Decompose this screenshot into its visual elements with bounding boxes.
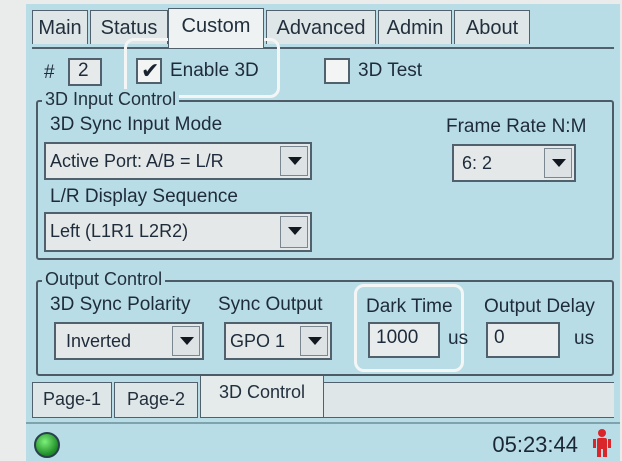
polarity-value: Inverted	[66, 331, 132, 351]
lr-sequence-select[interactable]: Left (L1R1 L2R2)	[44, 212, 312, 252]
chevron-down-icon	[180, 337, 194, 345]
sync-mode-dropdown-button[interactable]	[280, 146, 308, 176]
tab-about-label: About	[465, 17, 519, 39]
output-control-title: Output Control	[42, 269, 166, 290]
chevron-down-icon	[288, 157, 302, 165]
tab-page-1[interactable]: Page-1	[32, 382, 112, 418]
lr-sequence-label: L/R Display Sequence	[50, 186, 238, 207]
tab-3d-control-label: 3D Control	[218, 382, 306, 402]
frame-rate-dropdown-button[interactable]	[544, 148, 572, 178]
3d-test-checkbox[interactable]	[324, 58, 350, 84]
frame-rate-select[interactable]: 6: 2	[452, 144, 576, 182]
input-control-title: 3D Input Control	[42, 89, 180, 110]
chevron-down-icon	[308, 337, 322, 345]
frame-rate-value: 6: 2	[462, 153, 493, 173]
enable-3d-checkbox[interactable]: ✔	[136, 58, 162, 84]
dark-time-unit: us	[448, 328, 469, 349]
number-label: #	[44, 62, 55, 83]
page-tab-filler	[324, 382, 614, 418]
chevron-down-icon	[288, 227, 302, 235]
output-delay-input[interactable]: 0	[486, 322, 560, 358]
output-delay-label: Output Delay	[484, 296, 595, 317]
tab-advanced[interactable]: Advanced	[266, 10, 376, 44]
lr-sequence-dropdown-button[interactable]	[280, 216, 308, 248]
lr-sequence-value: Left (L1R1 L2R2)	[50, 221, 189, 241]
checkmark-icon: ✔	[141, 58, 160, 83]
sync-output-label: Sync Output	[218, 294, 323, 315]
polarity-dropdown-button[interactable]	[172, 326, 200, 356]
tab-custom[interactable]: Custom	[168, 8, 264, 48]
dark-time-input[interactable]: 1000	[368, 322, 440, 358]
tab-page-1-label: Page-1	[42, 389, 102, 409]
3d-test-label: 3D Test	[358, 60, 423, 81]
tab-main-label: Main	[38, 17, 82, 39]
tab-status-label: Status	[100, 17, 158, 39]
sync-mode-select[interactable]: Active Port: A/B = L/R	[44, 142, 312, 180]
status-led-icon	[34, 432, 60, 458]
status-bar: 05:23:44	[26, 422, 620, 461]
enable-3d-label: Enable 3D	[170, 60, 259, 81]
clock: 05:23:44	[492, 432, 578, 457]
tab-page-2-label: Page-2	[126, 389, 186, 409]
sync-output-dropdown-button[interactable]	[300, 326, 328, 356]
tab-3d-control[interactable]: 3D Control	[200, 376, 324, 418]
sync-output-select[interactable]: GPO 1	[224, 322, 332, 360]
device-screen: Main Status Custom Advanced Admin About …	[26, 4, 620, 461]
polarity-label: 3D Sync Polarity	[50, 294, 191, 315]
user-icon[interactable]	[592, 428, 612, 458]
tab-about[interactable]: About	[454, 10, 530, 44]
output-delay-unit: us	[574, 328, 595, 349]
main-tab-bar: Main Status Custom Advanced Admin About	[32, 8, 620, 49]
chevron-down-icon	[552, 159, 566, 167]
sync-output-value: GPO 1	[230, 331, 286, 351]
tab-page-2[interactable]: Page-2	[114, 382, 198, 418]
tab-custom-label: Custom	[181, 15, 251, 37]
tab-main[interactable]: Main	[32, 10, 88, 44]
frame-rate-label: Frame Rate N:M	[446, 116, 587, 137]
tab-advanced-label: Advanced	[276, 17, 366, 39]
polarity-select[interactable]: Inverted	[54, 322, 204, 360]
tab-admin-label: Admin	[386, 17, 444, 39]
sync-mode-value: Active Port: A/B = L/R	[50, 151, 224, 171]
dark-time-label: Dark Time	[366, 296, 453, 317]
number-field[interactable]: 2	[68, 58, 102, 86]
tab-admin[interactable]: Admin	[378, 10, 452, 44]
sync-mode-label: 3D Sync Input Mode	[50, 114, 223, 135]
tab-bar-divider	[32, 47, 614, 49]
